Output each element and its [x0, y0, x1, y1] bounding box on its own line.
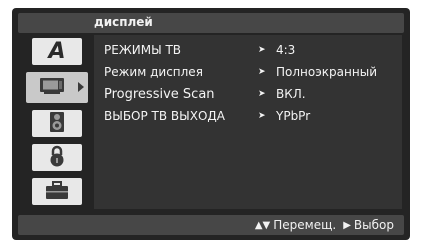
- move-hint-label: Перемещ.: [273, 218, 337, 232]
- bullet-arrow-icon: ➤: [258, 89, 266, 99]
- select-hint-label: Выбор: [353, 218, 394, 232]
- bullet-arrow-icon: ➤: [258, 111, 266, 121]
- up-down-arrows-icon: ▲▼: [254, 219, 271, 231]
- sidebar-item-lock[interactable]: [32, 144, 82, 171]
- menu-title: дисплей: [94, 15, 153, 29]
- sidebar-item-audio[interactable]: [32, 110, 82, 137]
- lock-icon: [47, 145, 67, 171]
- letter-a-icon: A: [48, 39, 66, 64]
- setting-value: 4:3: [276, 43, 296, 57]
- setting-label: Режим дисплея: [104, 65, 203, 79]
- briefcase-icon: [45, 180, 69, 204]
- setting-label: Progressive Scan: [104, 87, 215, 102]
- navigation-hint-bar: ▲▼ Перемещ. ▶ Выбор: [18, 215, 404, 235]
- tv-display-icon: [38, 76, 66, 100]
- setting-value: ВКЛ.: [276, 87, 306, 101]
- bullet-arrow-icon: ➤: [258, 67, 266, 77]
- setting-row-display-mode[interactable]: Режим дисплея ➤ Полноэкранный: [94, 63, 402, 85]
- right-arrow-icon: ▶: [343, 219, 351, 231]
- setting-label: ВЫБОР ТВ ВЫХОДА: [104, 109, 225, 123]
- setting-row-tv-aspect[interactable]: РЕЖИМЫ ТВ ➤ 4:3: [94, 41, 402, 63]
- speaker-icon: [49, 111, 65, 137]
- setting-row-tv-output[interactable]: ВЫБОР ТВ ВЫХОДА ➤ YPbPr: [94, 107, 402, 129]
- bullet-arrow-icon: ➤: [258, 45, 266, 55]
- dvd-setup-menu: дисплей A РЕЖИМЫ ТВ ➤ 4:3 Режим дисплея …: [12, 8, 410, 240]
- setting-row-progressive-scan[interactable]: Progressive Scan ➤ ВКЛ.: [94, 85, 402, 107]
- sidebar-item-language[interactable]: A: [32, 38, 82, 65]
- selected-arrow-icon: [78, 82, 84, 92]
- menu-title-bar: дисплей: [18, 13, 404, 33]
- settings-panel: РЕЖИМЫ ТВ ➤ 4:3 Режим дисплея ➤ Полноэкр…: [94, 35, 402, 209]
- setting-value: Полноэкранный: [276, 65, 377, 79]
- sidebar-item-display[interactable]: [26, 72, 88, 103]
- navigation-hint: ▲▼ Перемещ. ▶ Выбор: [255, 218, 394, 232]
- sidebar-item-other[interactable]: [32, 178, 82, 205]
- setting-label: РЕЖИМЫ ТВ: [104, 43, 182, 57]
- setting-value: YPbPr: [276, 109, 311, 123]
